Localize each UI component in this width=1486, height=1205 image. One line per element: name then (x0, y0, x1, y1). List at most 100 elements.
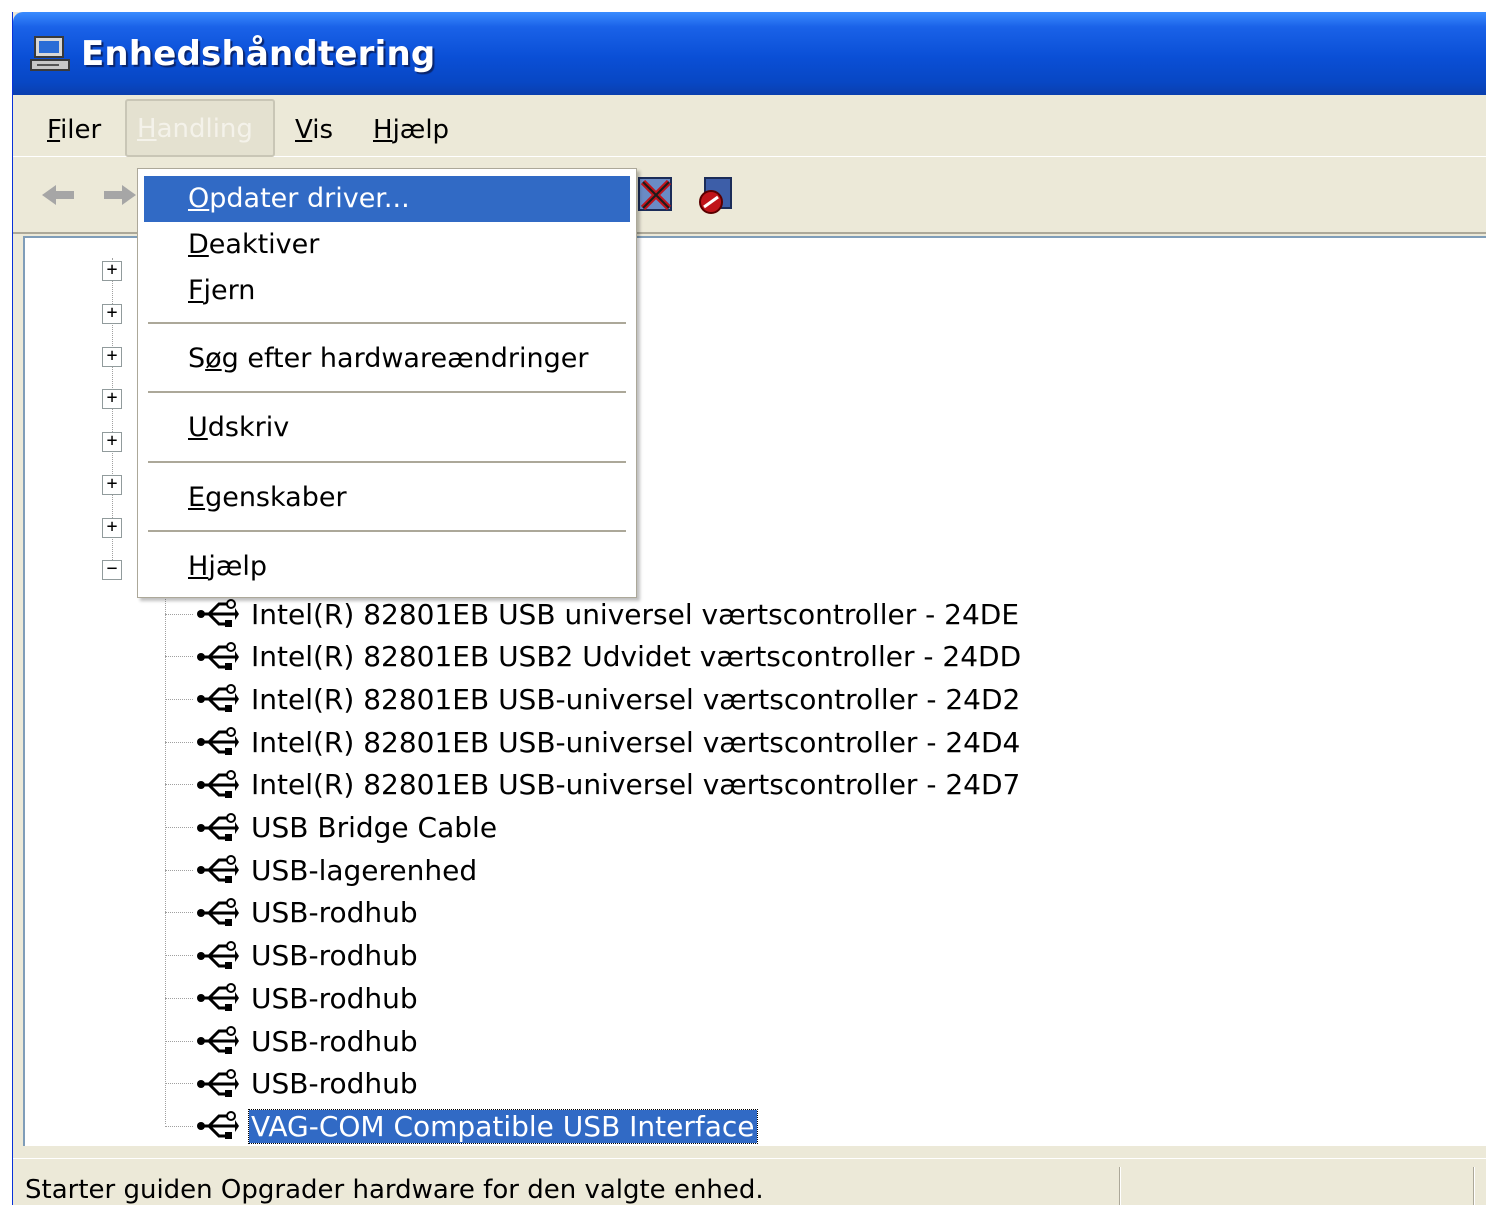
menu-vis-label: is (312, 115, 333, 145)
tree-expander[interactable]: + (102, 304, 122, 324)
tree-expander[interactable]: + (102, 261, 122, 281)
scan-hardware-pre: S (188, 343, 206, 374)
tree-connector (165, 1083, 193, 1085)
tree-item[interactable]: Intel(R) 82801EB USB-universel værtscont… (165, 679, 1022, 719)
usb-icon (195, 594, 239, 634)
status-text: Starter guiden Opgrader hardware for den… (25, 1175, 764, 1205)
tree-item[interactable]: Intel(R) 82801EB USB-universel værtscont… (165, 722, 1022, 762)
uninstall-device-icon (638, 177, 672, 211)
usb-icon (195, 722, 239, 762)
menu-item-scan-hardware[interactable]: Søg efter hardwareændringer (144, 336, 630, 382)
tree-expander[interactable]: + (102, 518, 122, 538)
usb-icon (195, 637, 239, 677)
back-arrow-icon (42, 185, 74, 205)
tree-expander[interactable]: + (102, 389, 122, 409)
disable-label: eaktiver (208, 229, 320, 260)
usb-icon (195, 765, 239, 805)
usb-icon (195, 978, 239, 1018)
help-label: jælp (208, 551, 267, 582)
menu-separator (148, 530, 626, 532)
tree-item[interactable]: Intel(R) 82801EB USB universel værtscont… (165, 594, 1021, 634)
tree-connector (165, 1125, 193, 1127)
menu-vis-accel: V (295, 115, 313, 145)
print-accel: U (188, 412, 208, 443)
uninstall-label: jern (203, 275, 256, 306)
tree-connector (165, 656, 193, 658)
usb-icon (195, 936, 239, 976)
tree-item-label: Intel(R) 82801EB USB2 Udvidet værtscontr… (251, 640, 1022, 674)
tree-item[interactable]: USB-rodhub (165, 936, 420, 976)
menu-filer[interactable]: Filer (37, 109, 111, 153)
tree-connector (165, 613, 193, 615)
status-divider (1473, 1167, 1475, 1205)
tree-item[interactable]: Intel(R) 82801EB USB2 Udvidet værtscontr… (165, 637, 1023, 677)
tree-item-label: USB Bridge Cable (251, 811, 498, 844)
menu-hjaelp-label: jælp (392, 115, 450, 145)
handling-dropdown-menu: Opdater driver... Deaktiver Fjern Søg ef… (137, 168, 637, 598)
tree-expander[interactable]: + (102, 347, 122, 367)
tree-item-label: USB-rodhub (251, 939, 418, 973)
tree-item[interactable]: Intel(R) 82801EB USB-universel værtscont… (165, 765, 1022, 805)
tree-item-label: Intel(R) 82801EB USB universel værtscont… (251, 597, 1020, 631)
tree-item[interactable]: USB-rodhub (165, 978, 420, 1018)
usb-icon (195, 850, 239, 890)
menu-hjaelp-accel: H (373, 115, 393, 145)
menu-item-print[interactable]: Udskriv (144, 405, 630, 451)
tree-connector (165, 698, 193, 700)
help-accel: H (188, 551, 209, 582)
properties-label: genskaber (205, 482, 347, 513)
tree-collapser[interactable]: − (102, 560, 122, 580)
update-driver-label: pdater driver... (209, 183, 410, 214)
tree-item-selected[interactable]: VAG-COM Compatible USB Interface (165, 1106, 758, 1146)
tree-item-label: USB-rodhub (251, 981, 418, 1015)
menu-filer-label: iler (60, 115, 102, 145)
menu-handling-accel: H (137, 114, 157, 144)
uninstall-button[interactable] (633, 172, 679, 218)
scan-hardware-label: g efter hardwareændringer (221, 343, 589, 374)
tree-item-label: USB-lagerenhed (251, 853, 478, 887)
scan-hardware-accel: ø (205, 343, 222, 374)
menu-item-properties[interactable]: Egenskaber (144, 475, 630, 521)
tree-item[interactable]: USB-rodhub (165, 893, 420, 933)
title-bar[interactable]: Enhedshåndtering (13, 12, 1486, 95)
tree-item[interactable]: USB-rodhub (165, 1021, 420, 1061)
tree-item-label: VAG-COM Compatible USB Interface (248, 1108, 758, 1144)
menu-item-update-driver[interactable]: Opdater driver... (144, 176, 630, 222)
tree-item-label: USB-rodhub (251, 1067, 418, 1101)
usb-icon (195, 679, 239, 719)
tree-connector (165, 741, 193, 743)
tree-item-label: Intel(R) 82801EB USB-universel værtscont… (251, 768, 1021, 802)
usb-icon (195, 1106, 239, 1146)
disable-device-icon (699, 177, 732, 214)
usb-icon (195, 1064, 239, 1104)
usb-icon (195, 893, 239, 933)
tree-expander[interactable]: + (102, 475, 122, 495)
tree-connector (165, 955, 193, 957)
tree-expander[interactable]: + (102, 432, 122, 452)
menu-item-disable[interactable]: Deaktiver (144, 222, 630, 268)
menu-handling[interactable]: Handling (125, 99, 275, 157)
properties-accel: E (188, 482, 206, 513)
disable-button[interactable] (693, 172, 739, 218)
tree-item-label: USB-rodhub (251, 1024, 418, 1058)
menu-hjaelp[interactable]: Hjælp (363, 109, 459, 153)
back-button[interactable] (35, 172, 81, 218)
menu-filer-accel: F (47, 115, 61, 145)
menu-item-uninstall[interactable]: Fjern (144, 268, 630, 314)
tree-connector (165, 869, 193, 871)
tree-item[interactable]: USB-lagerenhed (165, 850, 479, 890)
disable-accel: D (188, 229, 209, 260)
forward-arrow-icon (104, 185, 136, 205)
status-bar: Starter guiden Opgrader hardware for den… (13, 1158, 1486, 1205)
tree-connector (165, 912, 193, 914)
status-divider (1119, 1167, 1121, 1205)
menu-item-help[interactable]: Hjælp (144, 544, 630, 590)
menu-vis[interactable]: Vis (285, 109, 343, 153)
menu-separator (148, 391, 626, 393)
menu-separator (148, 322, 626, 324)
tree-item[interactable]: USB-rodhub (165, 1064, 420, 1104)
uninstall-accel: F (188, 275, 204, 306)
tree-connector (165, 1040, 193, 1042)
menu-bar: Filer Handling Vis Hjælp (13, 95, 1486, 157)
tree-item[interactable]: USB Bridge Cable (165, 808, 499, 848)
